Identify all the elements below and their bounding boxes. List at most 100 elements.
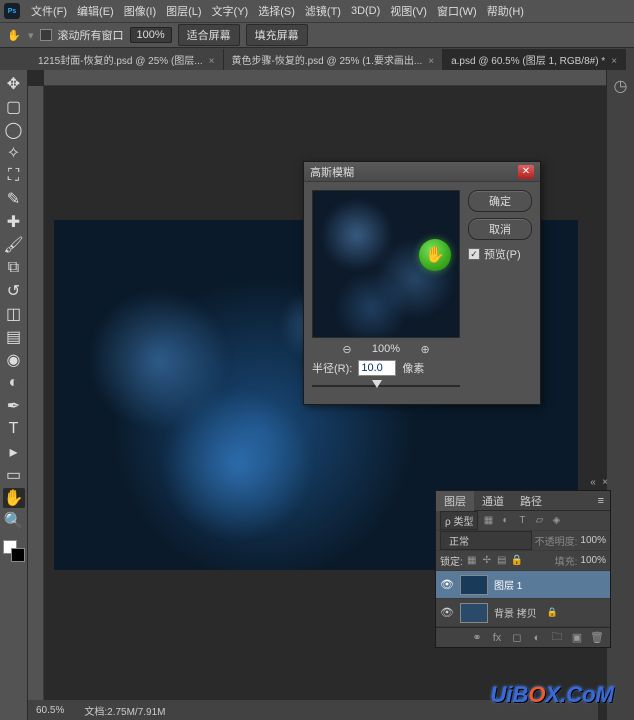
panel-menu-icon[interactable]: ≡ [592,495,610,507]
healing-tool[interactable]: ✚ [3,212,25,232]
gradient-tool[interactable]: ▤ [3,327,25,347]
slider-thumb-icon[interactable] [372,380,382,388]
filter-smart-icon[interactable]: ◈ [549,514,563,528]
brush-tool[interactable]: 🖌 [3,235,25,255]
layer-thumbnail[interactable] [460,603,488,623]
trash-icon[interactable]: 🗑 [590,631,604,645]
blur-tool[interactable]: ◉ [3,350,25,370]
filter-adjust-icon[interactable]: ◐ [498,514,512,528]
zoom-in-icon[interactable]: ⊕ [418,342,432,356]
pen-tool[interactable]: ✒ [3,396,25,416]
wand-tool[interactable]: ✧ [3,143,25,163]
layer-thumbnail[interactable] [460,575,488,595]
ruler-horizontal [44,70,634,86]
dodge-tool[interactable]: ◐ [3,373,25,393]
dialog-titlebar[interactable]: 高斯模糊 ✕ [304,162,540,182]
opacity-label: 不透明度: [535,533,578,548]
ok-button[interactable]: 确定 [468,190,532,212]
zoom-100-button[interactable]: 100% [130,27,172,43]
background-color[interactable] [11,548,25,562]
tab-paths[interactable]: 路径 [512,491,550,511]
menu-select[interactable]: 选择(S) [253,3,300,19]
gaussian-blur-dialog: 高斯模糊 ✕ ✋ ⊖ 100% ⊕ 半径(R): 像素 确定 取 [303,161,541,405]
stamp-tool[interactable]: ⧉ [3,258,25,278]
lock-fill-icon[interactable]: ▤ [496,555,508,567]
menu-image[interactable]: 图像(I) [119,3,161,19]
history-brush-tool[interactable]: ↺ [3,281,25,301]
zoom-out-icon[interactable]: ⊖ [340,342,354,356]
close-icon[interactable]: × [428,56,434,67]
lasso-tool[interactable]: ◯ [3,120,25,140]
radius-label: 半径(R): [312,360,352,376]
move-tool[interactable]: ✥ [3,74,25,94]
fit-screen-button[interactable]: 适合屏幕 [178,24,240,46]
close-icon[interactable]: × [611,56,617,67]
menu-filter[interactable]: 滤镜(T) [300,3,346,19]
tab-channels[interactable]: 通道 [474,491,512,511]
menubar: Ps 文件(F) 编辑(E) 图像(I) 图层(L) 文字(Y) 选择(S) 滤… [0,0,634,22]
preview-zoom: 100% [372,343,400,355]
adjustment-layer-icon[interactable]: ◐ [530,631,544,645]
zoom-tool[interactable]: 🔍 [3,511,25,531]
history-icon[interactable]: ◷ [611,76,631,96]
blend-mode-select[interactable]: 正常 [440,531,532,550]
layer-row[interactable]: 👁 背景 拷贝 🔒 [436,599,610,627]
shape-tool[interactable]: ▭ [3,465,25,485]
menu-file[interactable]: 文件(F) [26,3,72,19]
color-swatches[interactable] [3,540,25,562]
radius-input[interactable] [358,360,396,376]
menu-help[interactable]: 帮助(H) [482,3,529,19]
close-icon[interactable]: × [209,56,215,67]
menu-layer[interactable]: 图层(L) [161,3,206,19]
dialog-close-button[interactable]: ✕ [518,165,534,179]
new-layer-icon[interactable]: ▣ [570,631,584,645]
filter-pixel-icon[interactable]: ▦ [481,514,495,528]
cancel-button[interactable]: 取消 [468,218,532,240]
ruler-vertical [28,86,44,720]
layer-fx-icon[interactable]: fx [490,631,504,645]
link-layers-icon[interactable]: ⚭ [470,631,484,645]
lock-position-icon[interactable]: ✢ [481,555,493,567]
eyedropper-tool[interactable]: ✎ [3,189,25,209]
ps-logo-icon: Ps [4,3,20,19]
doc-tab-1[interactable]: 1215封面-恢复的.psd @ 25% (图层...× [30,49,224,70]
doc-tab-3[interactable]: a.psd @ 60.5% (图层 1, RGB/8#) *× [443,49,626,70]
layer-mask-icon[interactable]: ◻ [510,631,524,645]
lock-pixels-icon[interactable]: ▦ [466,555,478,567]
menu-view[interactable]: 视图(V) [385,3,432,19]
layer-name[interactable]: 图层 1 [494,577,522,592]
marquee-tool[interactable]: ▢ [3,97,25,117]
hand-tool[interactable]: ✋ [3,488,25,508]
fill-value[interactable]: 100% [580,555,606,566]
layer-row[interactable]: 👁 图层 1 [436,571,610,599]
crop-tool[interactable]: ⛶ [3,166,25,186]
filter-shape-icon[interactable]: ▱ [532,514,546,528]
panel-collapse-icon[interactable]: « [588,477,598,487]
eraser-tool[interactable]: ◫ [3,304,25,324]
menu-3d[interactable]: 3D(D) [346,5,385,17]
opacity-value[interactable]: 100% [580,535,606,546]
scroll-all-checkbox[interactable] [40,29,52,41]
menu-edit[interactable]: 编辑(E) [72,3,119,19]
lock-all-icon[interactable]: 🔒 [511,555,523,567]
fill-screen-button[interactable]: 填充屏幕 [246,24,308,46]
group-icon[interactable]: 🗀 [550,631,564,645]
status-zoom[interactable]: 60.5% [36,705,64,716]
cursor-hand-icon: ✋ [419,239,451,271]
visibility-icon[interactable]: 👁 [440,606,454,620]
toolbox: ✥ ▢ ◯ ✧ ⛶ ✎ ✚ 🖌 ⧉ ↺ ◫ ▤ ◉ ◐ ✒ T ▸ ▭ ✋ 🔍 [0,70,28,720]
menu-window[interactable]: 窗口(W) [432,3,482,19]
preview-checkbox[interactable]: ✓ [468,248,480,260]
layer-kind-select[interactable]: ρ 类型 [440,511,478,530]
visibility-icon[interactable]: 👁 [440,578,454,592]
doc-tab-2[interactable]: 黄色步骤-恢复的.psd @ 25% (1.要求画出...× [224,49,444,70]
tab-layers[interactable]: 图层 [436,491,474,511]
radius-slider[interactable] [312,380,460,392]
dialog-preview[interactable]: ✋ [312,190,460,338]
path-select-tool[interactable]: ▸ [3,442,25,462]
filter-type-icon[interactable]: T [515,514,529,528]
panel-close-icon[interactable]: × [600,477,610,487]
type-tool[interactable]: T [3,419,25,439]
layer-name[interactable]: 背景 拷贝 [494,605,537,620]
menu-type[interactable]: 文字(Y) [207,3,254,19]
